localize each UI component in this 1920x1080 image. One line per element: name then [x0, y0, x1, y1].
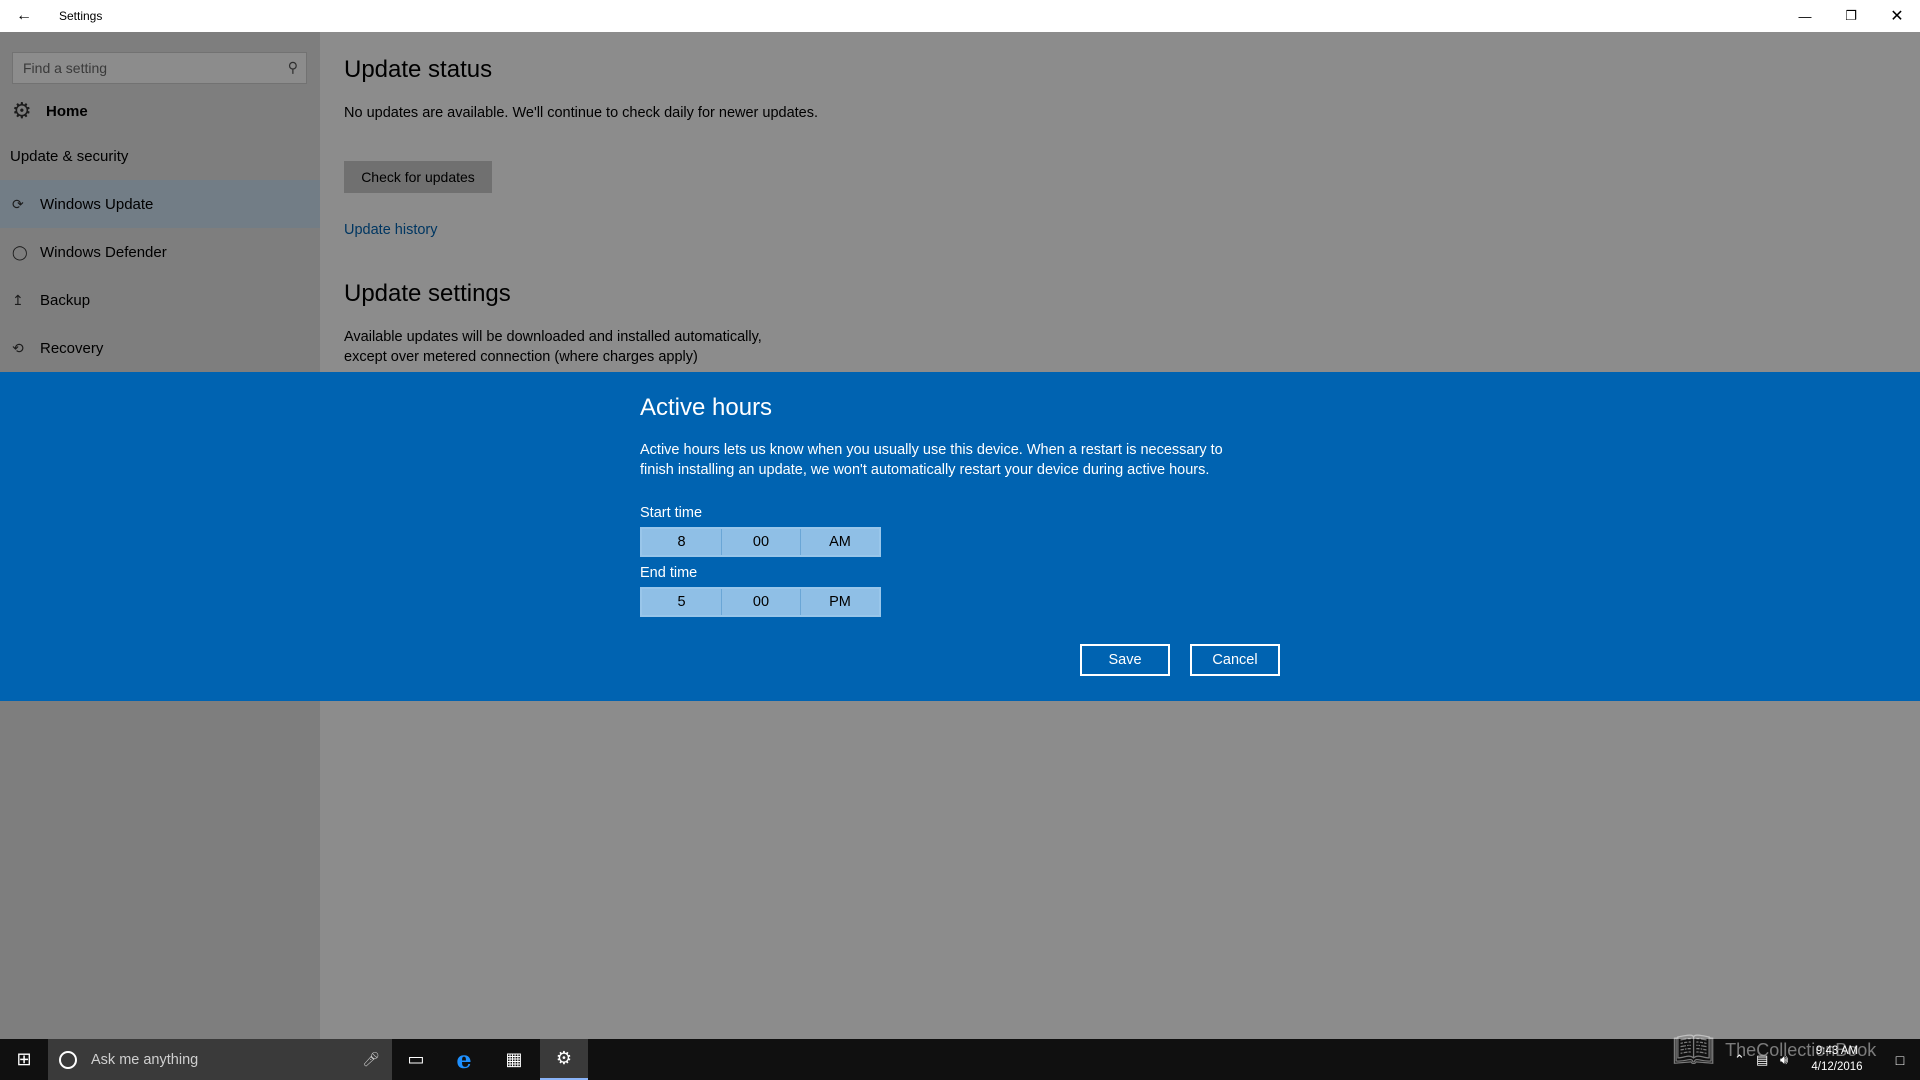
- book-logo-icon: 📖︎: [1672, 1031, 1716, 1069]
- taskbar: ⊞ Ask me anything 🎤︎ ▭ e ▦ ⚙ ⌃ ▤ 🔊︎ 9:43…: [0, 1039, 1920, 1080]
- settings-gear-icon[interactable]: ⚙: [540, 1039, 588, 1080]
- end-time-label: End time: [640, 565, 698, 581]
- action-center-icon[interactable]: □: [1880, 1039, 1920, 1080]
- start-period[interactable]: AM: [799, 529, 879, 555]
- start-time-label: Start time: [640, 505, 703, 521]
- watermark-text: TheCollectionBook: [1725, 1039, 1877, 1060]
- cancel-button[interactable]: Cancel: [1190, 644, 1280, 676]
- dialog-description: Active hours lets us know when you usual…: [640, 442, 1223, 478]
- back-arrow-icon[interactable]: ←: [8, 0, 40, 32]
- store-bag-icon[interactable]: ▦: [490, 1039, 538, 1080]
- minimize-button[interactable]: —: [1782, 0, 1828, 32]
- end-time-picker[interactable]: 5 00 PM: [640, 587, 881, 617]
- window-title: Settings: [59, 9, 103, 23]
- microphone-icon[interactable]: 🎤︎: [362, 1051, 380, 1068]
- start-minute[interactable]: 00: [720, 529, 800, 555]
- edge-browser-icon[interactable]: e: [440, 1039, 488, 1080]
- start-hour[interactable]: 8: [642, 529, 721, 555]
- task-view-icon[interactable]: ▭: [392, 1039, 440, 1080]
- start-time-picker[interactable]: 8 00 AM: [640, 527, 881, 557]
- active-hours-dialog: Active hours Active hours lets us know w…: [0, 372, 1920, 701]
- cortana-icon: [59, 1050, 77, 1069]
- close-button[interactable]: ✕: [1874, 0, 1920, 32]
- maximize-button[interactable]: ❐: [1828, 0, 1874, 32]
- save-button[interactable]: Save: [1080, 644, 1170, 676]
- title-bar: ← Settings — ❐ ✕: [0, 0, 1920, 32]
- start-windows-icon[interactable]: ⊞: [0, 1039, 48, 1080]
- end-minute[interactable]: 00: [720, 589, 800, 615]
- cortana-search-box[interactable]: Ask me anything 🎤︎: [48, 1039, 392, 1080]
- end-period[interactable]: PM: [799, 589, 879, 615]
- cortana-placeholder: Ask me anything: [91, 1051, 199, 1068]
- dialog-title: Active hours: [640, 394, 773, 421]
- watermark: 📖︎ TheCollectionBook: [1672, 1028, 1876, 1072]
- end-hour[interactable]: 5: [642, 589, 721, 615]
